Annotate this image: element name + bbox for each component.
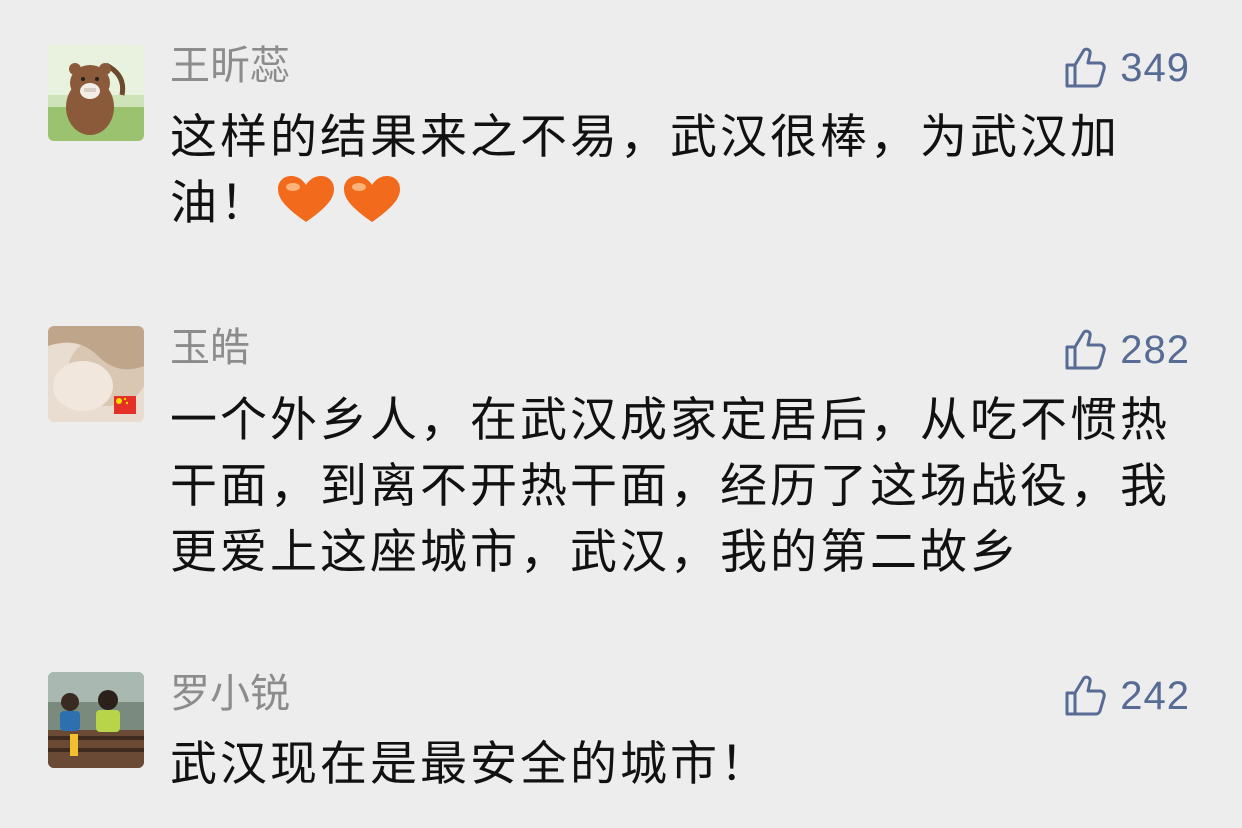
thumbs-up-icon[interactable]: [1062, 44, 1110, 92]
like-button[interactable]: 349: [1062, 44, 1190, 92]
heart-emoji: [342, 175, 402, 225]
username[interactable]: 玉皓: [170, 324, 250, 372]
comment-text: 这样的结果来之不易，武汉很棒，为武汉加油！: [170, 105, 1200, 237]
comment-text: 武汉现在是最安全的城市！: [170, 737, 770, 792]
like-count: 349: [1120, 46, 1190, 90]
avatar[interactable]: [48, 45, 144, 141]
avatar[interactable]: [48, 672, 144, 768]
heart-emoji: [276, 175, 336, 225]
thumbs-up-icon[interactable]: [1062, 326, 1110, 374]
comment-text: 一个外乡人，在武汉成家定居后，从吃不惯热干面，到离不开热干面，经历了这场战役，我…: [170, 393, 1170, 580]
like-count: 242: [1120, 674, 1190, 718]
kids-avatar-image: [48, 672, 144, 768]
username[interactable]: 罗小锐: [170, 670, 290, 718]
like-button[interactable]: 242: [1062, 672, 1190, 720]
like-button[interactable]: 282: [1062, 326, 1190, 374]
like-count: 282: [1120, 328, 1190, 372]
photo-avatar-image: [48, 326, 144, 422]
avatar[interactable]: [48, 326, 144, 422]
thumbs-up-icon[interactable]: [1062, 672, 1110, 720]
bear-avatar-image: [48, 45, 144, 141]
username[interactable]: 王昕蕊: [170, 42, 290, 90]
comment-item: 王昕蕊 349 这样的结果来之不易，武汉很棒，为武汉加油！: [0, 0, 1242, 260]
